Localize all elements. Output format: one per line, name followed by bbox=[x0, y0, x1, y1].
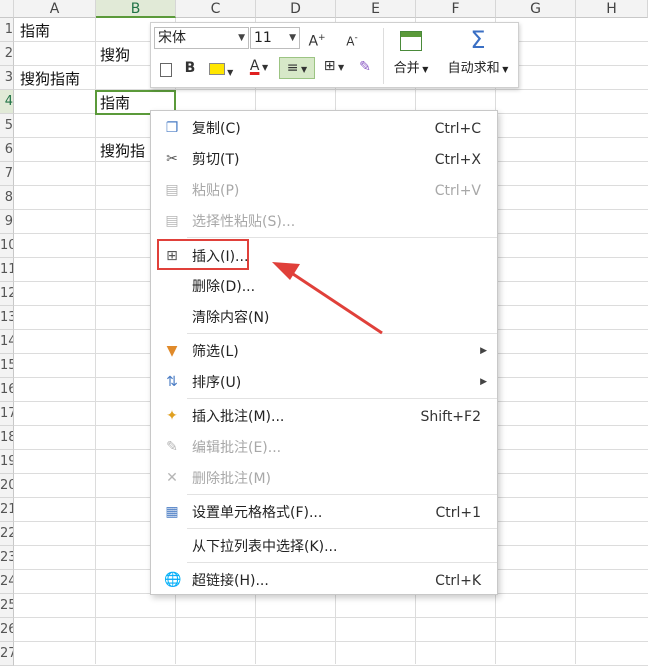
column-header-h[interactable]: H bbox=[576, 0, 648, 18]
fill-bucket-icon bbox=[208, 63, 225, 75]
row-header-27[interactable]: 27 bbox=[0, 642, 14, 666]
fill-color-button[interactable]: ▼ bbox=[207, 58, 235, 83]
menu-item-paste[interactable]: ▤ 粘贴(P) Ctrl+V bbox=[151, 176, 497, 204]
row-header-10[interactable]: 10 bbox=[0, 234, 14, 258]
row-header-2[interactable]: 2 bbox=[0, 42, 14, 66]
submenu-arrow-icon: ▶ bbox=[480, 377, 487, 387]
row-header-6[interactable]: 6 bbox=[0, 138, 14, 162]
row-header-23[interactable]: 23 bbox=[0, 546, 14, 570]
row-header-12[interactable]: 12 bbox=[0, 282, 14, 306]
copy-icon: ❐ bbox=[165, 120, 179, 136]
cell-a1[interactable]: 指南 bbox=[20, 19, 50, 43]
cell-b6[interactable]: 搜狗指 bbox=[100, 139, 145, 163]
align-center-button[interactable]: ≡ ▼ bbox=[279, 57, 315, 79]
row-header-14[interactable]: 14 bbox=[0, 330, 14, 354]
corner-select-all[interactable] bbox=[0, 0, 14, 18]
merge-label: 合并 bbox=[393, 61, 420, 76]
context-menu: ❐ 复制(C) Ctrl+C ✂ 剪切(T) Ctrl+X ▤ 粘贴(P) Ct… bbox=[150, 110, 498, 595]
decrease-font-button[interactable]: A- bbox=[341, 28, 363, 52]
row-header-21[interactable]: 21 bbox=[0, 498, 14, 522]
row-header-19[interactable]: 19 bbox=[0, 450, 14, 474]
row-header-11[interactable]: 11 bbox=[0, 258, 14, 282]
clear-format-button[interactable]: ✎ bbox=[355, 57, 375, 77]
row-header-20[interactable]: 20 bbox=[0, 474, 14, 498]
filter-icon: ▼ bbox=[166, 343, 178, 359]
column-header-d[interactable]: D bbox=[256, 0, 336, 18]
comment-delete-icon: ✕ bbox=[166, 470, 178, 486]
paste-icon: ▤ bbox=[165, 182, 179, 198]
submenu-arrow-icon: ▶ bbox=[480, 346, 487, 356]
format-painter-button[interactable] bbox=[157, 59, 175, 83]
paste-special-icon: ▤ bbox=[165, 213, 179, 229]
font-color-button[interactable]: A ▼ bbox=[245, 56, 273, 78]
column-header-f[interactable]: F bbox=[416, 0, 496, 18]
menu-item-insert-comment[interactable]: ✦ 插入批注(M)... Shift+F2 bbox=[151, 402, 497, 430]
comment-add-icon: ✦ bbox=[166, 408, 178, 424]
font-color-icon: A bbox=[249, 58, 260, 74]
column-header-e[interactable]: E bbox=[336, 0, 416, 18]
menu-item-paste-special[interactable]: ▤ 选择性粘贴(S)... bbox=[151, 207, 497, 235]
cell-a3[interactable]: 搜狗指南 bbox=[20, 67, 80, 91]
row-header-25[interactable]: 25 bbox=[0, 594, 14, 618]
menu-item-filter[interactable]: ▼ 筛选(L) ▶ bbox=[151, 337, 497, 365]
cell-b2[interactable]: 搜狗 bbox=[100, 43, 130, 67]
row-header-1[interactable]: 1 bbox=[0, 18, 14, 42]
annotation-highlight-box bbox=[157, 239, 249, 270]
sort-icon: ⇅ bbox=[166, 374, 178, 390]
sigma-icon: Σ bbox=[470, 26, 486, 54]
row-header-3[interactable]: 3 bbox=[0, 66, 14, 90]
font-size-select[interactable]: 11 ▼ bbox=[250, 27, 300, 49]
menu-item-sort[interactable]: ⇅ 排序(U) ▶ bbox=[151, 368, 497, 396]
mini-toolbar: 宋体 ▼ 11 ▼ A+ A- B ▼ A ▼ ≡ ▼ ⊞ ▼ ✎ 合并 ▼ Σ… bbox=[150, 22, 519, 88]
row-header-18[interactable]: 18 bbox=[0, 426, 14, 450]
menu-item-delete[interactable]: 删除(D)... bbox=[151, 272, 497, 300]
row-header-8[interactable]: 8 bbox=[0, 186, 14, 210]
borders-button[interactable]: ⊞ ▼ bbox=[319, 56, 349, 78]
menu-item-cut[interactable]: ✂ 剪切(T) Ctrl+X bbox=[151, 145, 497, 173]
comment-edit-icon: ✎ bbox=[166, 439, 178, 455]
menu-item-format-cells[interactable]: ▦ 设置单元格格式(F)... Ctrl+1 bbox=[151, 498, 497, 526]
align-center-icon: ≡ bbox=[286, 60, 299, 76]
autosum-label: 自动求和 bbox=[447, 61, 500, 76]
merge-button[interactable]: 合并 ▼ bbox=[389, 27, 433, 85]
font-name-value: 宋体 bbox=[158, 30, 186, 46]
row-header-15[interactable]: 15 bbox=[0, 354, 14, 378]
column-header-g[interactable]: G bbox=[496, 0, 576, 18]
row-header-7[interactable]: 7 bbox=[0, 162, 14, 186]
row-header-4[interactable]: 4 bbox=[0, 90, 14, 114]
menu-item-copy[interactable]: ❐ 复制(C) Ctrl+C bbox=[151, 114, 497, 142]
border-grid-icon: ⊞ bbox=[323, 58, 336, 74]
row-header-5[interactable]: 5 bbox=[0, 114, 14, 138]
menu-item-edit-comment[interactable]: ✎ 编辑批注(E)... bbox=[151, 433, 497, 461]
column-header-b[interactable]: B bbox=[96, 0, 176, 18]
bold-button[interactable]: B bbox=[181, 58, 199, 78]
row-header-9[interactable]: 9 bbox=[0, 210, 14, 234]
chevron-down-icon: ▼ bbox=[238, 33, 245, 43]
font-size-value: 11 bbox=[254, 30, 272, 46]
eraser-icon: ✎ bbox=[359, 59, 371, 75]
row-header-26[interactable]: 26 bbox=[0, 618, 14, 642]
row-header-22[interactable]: 22 bbox=[0, 522, 14, 546]
column-header-a[interactable]: A bbox=[14, 0, 96, 18]
format-cells-icon: ▦ bbox=[165, 504, 179, 520]
merge-cells-icon bbox=[400, 31, 422, 51]
row-header-17[interactable]: 17 bbox=[0, 402, 14, 426]
format-icon bbox=[160, 63, 172, 77]
row-header-16[interactable]: 16 bbox=[0, 378, 14, 402]
menu-item-clear-contents[interactable]: 清除内容(N) bbox=[151, 303, 497, 331]
chevron-down-icon: ▼ bbox=[289, 33, 296, 43]
scissors-icon: ✂ bbox=[166, 151, 178, 167]
menu-item-pick-from-list[interactable]: 从下拉列表中选择(K)... bbox=[151, 532, 497, 560]
autosum-button[interactable]: Σ 自动求和 ▼ bbox=[441, 25, 515, 85]
menu-item-delete-comment[interactable]: ✕ 删除批注(M) bbox=[151, 464, 497, 492]
row-header-24[interactable]: 24 bbox=[0, 570, 14, 594]
hyperlink-icon: 🌐 bbox=[164, 572, 182, 588]
menu-item-hyperlink[interactable]: 🌐 超链接(H)... Ctrl+K bbox=[151, 566, 497, 594]
font-name-select[interactable]: 宋体 ▼ bbox=[154, 27, 249, 49]
column-header-c[interactable]: C bbox=[176, 0, 256, 18]
increase-font-button[interactable]: A+ bbox=[306, 28, 328, 52]
increase-font-icon: A bbox=[308, 33, 319, 50]
row-header-13[interactable]: 13 bbox=[0, 306, 14, 330]
